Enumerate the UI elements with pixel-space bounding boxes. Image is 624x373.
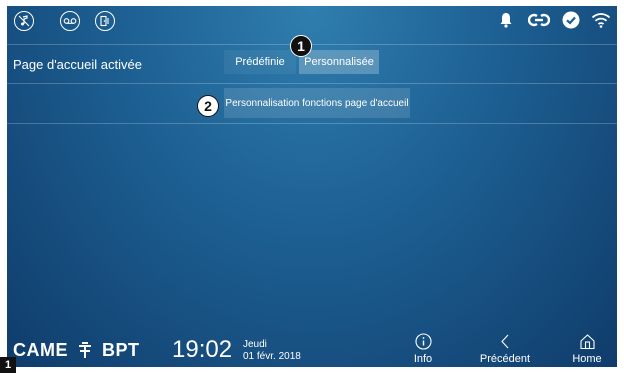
- back-label: Précédent: [479, 353, 531, 365]
- home-page-setting-row: Page d'accueil activée Prédéfinie Person…: [7, 44, 617, 84]
- bottom-bar: CAME BPT 19:02 Jeudi 01 févr. 2018 Info …: [7, 328, 617, 367]
- figure-number-tag: 1: [0, 357, 16, 373]
- info-button[interactable]: Info: [393, 332, 453, 365]
- clock: 19:02: [172, 336, 233, 363]
- voicemail-icon[interactable]: [60, 11, 80, 31]
- music-off-icon[interactable]: [14, 11, 34, 31]
- home-page-label: Page d'accueil activée: [13, 57, 142, 72]
- date-label: 01 févr. 2018: [243, 351, 301, 362]
- customize-home-functions-button[interactable]: Personnalisation fonctions page d'accuei…: [224, 88, 410, 118]
- info-icon: [414, 332, 432, 350]
- date-display: Jeudi 01 févr. 2018: [243, 339, 301, 363]
- door-intercom-icon[interactable]: [95, 11, 115, 31]
- callout-marker: 2: [197, 95, 219, 117]
- touchscreen: Page d'accueil activée Prédéfinie Person…: [7, 6, 617, 367]
- brand-logo-left: CAME: [13, 340, 68, 360]
- brand-logo-right: BPT: [102, 340, 140, 360]
- option-predefinie[interactable]: Prédéfinie: [224, 50, 296, 74]
- option-personnalisee[interactable]: Personnalisée: [299, 50, 379, 74]
- customize-row: Personnalisation fonctions page d'accuei…: [7, 83, 617, 124]
- callout-marker: 1: [290, 35, 312, 57]
- brand-mark-icon: [79, 341, 91, 358]
- check-circle-icon[interactable]: [562, 11, 580, 29]
- home-button[interactable]: Home: [557, 332, 617, 365]
- status-bar: [7, 6, 617, 36]
- brand-logo: CAME BPT: [13, 340, 140, 361]
- info-label: Info: [413, 353, 433, 365]
- day-label: Jeudi: [243, 339, 267, 350]
- back-icon: [499, 332, 511, 350]
- home-label: Home: [572, 353, 602, 365]
- link-icon[interactable]: [528, 11, 550, 29]
- wifi-icon[interactable]: [591, 11, 611, 29]
- home-icon: [579, 332, 596, 350]
- bell-icon[interactable]: [498, 11, 514, 29]
- back-button[interactable]: Précédent: [475, 332, 535, 365]
